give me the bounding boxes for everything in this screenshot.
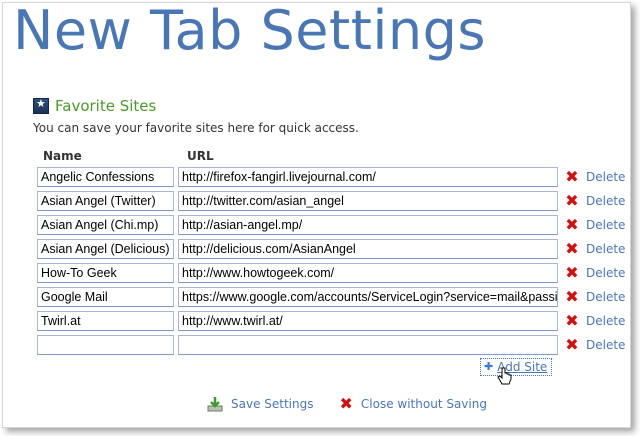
save-settings-link[interactable]: Save Settings — [231, 397, 314, 411]
settings-window: New Tab Settings Favorite Sites You can … — [2, 2, 631, 428]
favorites-section: Favorite Sites You can save your favorit… — [33, 97, 613, 135]
delete-link[interactable]: Delete — [586, 194, 625, 208]
table-row: Asian Angel (Delicious) http://delicious.… — [37, 237, 627, 261]
delete-x-icon[interactable]: ✖ — [564, 265, 580, 281]
table-row: Asian Angel (Twitter) http://twitter.com/… — [37, 189, 627, 213]
favorites-description: You can save your favorite sites here fo… — [33, 121, 359, 135]
delete-link[interactable]: Delete — [586, 266, 625, 280]
site-url-input[interactable]: http://delicious.com/AsianAngel — [178, 239, 558, 259]
site-name-input[interactable]: Asian Angel (Twitter) — [37, 191, 174, 211]
table-row: ✖ Delete — [37, 333, 627, 357]
delete-x-icon[interactable]: ✖ — [564, 289, 580, 305]
site-name-input[interactable]: Angelic Confessions — [37, 167, 174, 187]
site-name-input[interactable]: Twirl.at — [37, 311, 174, 331]
delete-link[interactable]: Delete — [586, 338, 625, 352]
site-url-input[interactable]: http://www.twirl.at/ — [178, 311, 558, 331]
page-title: New Tab Settings — [13, 2, 487, 62]
column-header-url: URL — [187, 149, 214, 163]
favorites-table: Name URL Angelic Confessions http://firef… — [37, 149, 627, 357]
delete-link[interactable]: Delete — [586, 218, 625, 232]
delete-link[interactable]: Delete — [586, 314, 625, 328]
table-row: Asian Angel (Chi.mp) http://asian-angel.m… — [37, 213, 627, 237]
column-header-name: Name — [43, 149, 82, 163]
table-header: Name URL — [37, 149, 627, 165]
table-row: Angelic Confessions http://firefox-fangir… — [37, 165, 627, 189]
site-name-input[interactable]: Asian Angel (Chi.mp) — [37, 215, 174, 235]
delete-link[interactable]: Delete — [586, 290, 625, 304]
footer-actions: Save Settings ✖ Close without Saving — [207, 396, 487, 412]
delete-x-icon[interactable]: ✖ — [564, 313, 580, 329]
delete-x-icon[interactable]: ✖ — [564, 193, 580, 209]
delete-link[interactable]: Delete — [586, 170, 625, 184]
site-name-input[interactable]: Asian Angel (Delicious) — [37, 239, 174, 259]
table-row: How-To Geek http://www.howtogeek.com/ ✖ Del… — [37, 261, 627, 285]
favorites-header: Favorite Sites — [33, 97, 613, 115]
favorites-title: Favorite Sites — [55, 97, 157, 115]
site-url-input[interactable]: https://www.google.com/accounts/ServiceL… — [178, 287, 558, 307]
site-url-input[interactable] — [178, 335, 558, 355]
site-name-input[interactable] — [37, 335, 174, 355]
site-url-input[interactable]: http://twitter.com/asian_angel — [178, 191, 558, 211]
site-url-input[interactable]: http://asian-angel.mp/ — [178, 215, 558, 235]
delete-x-icon[interactable]: ✖ — [564, 217, 580, 233]
delete-x-icon[interactable]: ✖ — [564, 337, 580, 353]
delete-link[interactable]: Delete — [586, 242, 625, 256]
table-row: Google Mail https://www.google.com/accoun… — [37, 285, 627, 309]
favorites-star-icon — [33, 97, 49, 114]
close-without-saving-link[interactable]: Close without Saving — [361, 397, 487, 411]
delete-x-icon[interactable]: ✖ — [564, 241, 580, 257]
site-url-input[interactable]: http://firefox-fangirl.livejournal.com/ — [178, 167, 558, 187]
site-url-input[interactable]: http://www.howtogeek.com/ — [178, 263, 558, 283]
hand-cursor-icon — [497, 367, 512, 385]
site-name-input[interactable]: How-To Geek — [37, 263, 174, 283]
delete-x-icon[interactable]: ✖ — [564, 169, 580, 185]
add-site-button[interactable]: ✚ Add Site — [480, 358, 553, 376]
save-download-icon — [207, 396, 223, 412]
table-row: Twirl.at http://www.twirl.at/ ✖ Delete — [37, 309, 627, 333]
plus-icon: ✚ — [484, 360, 494, 373]
site-name-input[interactable]: Google Mail — [37, 287, 174, 307]
close-x-icon: ✖ — [339, 394, 353, 413]
